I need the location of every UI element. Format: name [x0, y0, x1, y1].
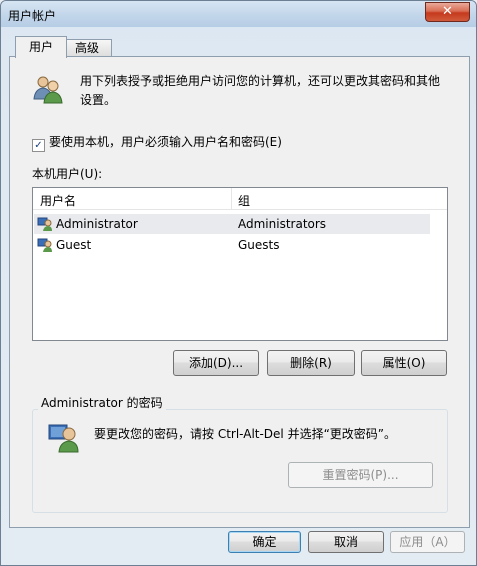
list-header: 用户名 组	[33, 188, 447, 210]
apply-button[interactable]: 应用（A）	[390, 531, 465, 553]
password-instructions: 要更改您的密码，请按 Ctrl-Alt-Del 并选择“更改密码”。	[94, 427, 397, 441]
properties-button[interactable]: 属性(O)	[361, 350, 447, 376]
user-accounts-window: 用户帐户 ✕ 用户 高级 用下列表授予或拒绝用户访问您的计算机，还可以更改其密码…	[0, 0, 477, 566]
user-group: Guests	[238, 238, 280, 252]
table-row[interactable]: Guest Guests	[34, 235, 430, 255]
user-icon	[37, 217, 52, 231]
reset-password-button[interactable]: 重置密码(P)...	[288, 462, 433, 488]
password-group-title: Administrator 的密码	[38, 394, 166, 411]
tab-users[interactable]: 用户	[15, 36, 67, 58]
users-icon	[33, 76, 63, 104]
users-list[interactable]: 用户名 组 Administrator Administrators Guest…	[32, 187, 448, 341]
user-name: Administrator	[56, 217, 138, 231]
ok-button[interactable]: 确定	[228, 531, 301, 553]
cancel-button[interactable]: 取消	[308, 531, 384, 553]
column-header-group[interactable]: 组	[238, 192, 250, 209]
intro-text: 用下列表授予或拒绝用户访问您的计算机，还可以更改其密码和其他设置。	[80, 74, 441, 107]
user-icon	[37, 238, 52, 252]
column-divider[interactable]	[231, 188, 232, 209]
password-user-icon	[48, 424, 79, 453]
column-header-username[interactable]: 用户名	[40, 192, 76, 209]
user-group: Administrators	[238, 217, 327, 231]
user-name: Guest	[56, 238, 92, 252]
title-bar[interactable]: 用户帐户 ✕	[1, 1, 476, 27]
close-button[interactable]: ✕	[425, 2, 470, 22]
tab-advanced[interactable]: 高级	[62, 39, 112, 57]
tab-panel-users: 用下列表授予或拒绝用户访问您的计算机，还可以更改其密码和其他设置。 ✓ 要使用本机…	[9, 56, 470, 528]
local-users-label: 本机用户(U):	[32, 167, 103, 181]
table-row[interactable]: Administrator Administrators	[34, 214, 430, 234]
require-login-row[interactable]: ✓ 要使用本机，用户必须输入用户名和密码(E)	[32, 133, 282, 152]
require-login-checkbox[interactable]: ✓	[32, 139, 45, 152]
remove-user-button[interactable]: 删除(R)	[267, 350, 355, 376]
require-login-label: 要使用本机，用户必须输入用户名和密码(E)	[49, 135, 282, 149]
add-user-button[interactable]: 添加(D)...	[173, 350, 259, 376]
window-title: 用户帐户	[8, 9, 57, 23]
